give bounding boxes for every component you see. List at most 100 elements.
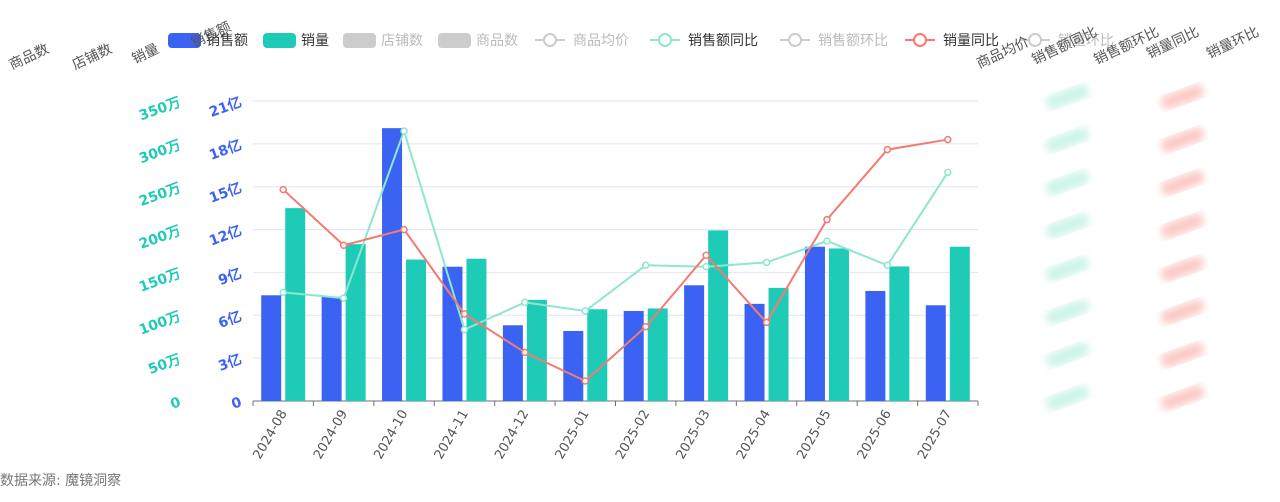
line-point xyxy=(400,127,408,135)
axis-name-label: 商品数 xyxy=(7,41,52,73)
blurred-mark xyxy=(1045,299,1090,325)
line-point xyxy=(641,322,650,331)
x-tick-label: 2024-12 xyxy=(492,408,532,463)
x-tick-label: 2025-06 xyxy=(855,408,895,463)
y-left-tick-label: 9亿 xyxy=(216,265,244,289)
bar-sales xyxy=(804,246,825,401)
line-point xyxy=(521,298,529,307)
x-tick-label: 2025-01 xyxy=(553,408,593,463)
line-point xyxy=(581,377,590,385)
blurred-mark xyxy=(1045,213,1090,239)
bar-sales xyxy=(744,303,765,401)
y-right-tick-label: 300万 xyxy=(137,137,183,167)
x-axis: 2024-08 2024-09 2024-10 2024-11 2024-12 2025-… xyxy=(251,401,979,463)
bar-volume xyxy=(708,230,729,401)
bar-sales xyxy=(684,285,705,401)
blurred-mark xyxy=(1160,213,1205,239)
x-tick-label: 2025-07 xyxy=(915,408,955,463)
y-left-tick-label: 3亿 xyxy=(216,351,244,375)
blurred-mark xyxy=(1160,256,1205,282)
blurred-mark xyxy=(1160,342,1205,368)
line-point xyxy=(823,237,831,245)
line-point xyxy=(460,325,469,334)
chart-canvas: 0 3亿 6亿 9亿 12亿 15亿 18亿 21亿 0 50万 100万 150万 200万 250万… xyxy=(7,19,1262,463)
bar-volume xyxy=(768,287,789,401)
line-point xyxy=(944,135,952,144)
y-right-tick-label: 250万 xyxy=(137,180,183,210)
bar-sales xyxy=(925,305,946,401)
bar-volume xyxy=(285,208,306,401)
bar-sales xyxy=(563,331,584,401)
x-tick-label: 2024-09 xyxy=(311,408,351,463)
bar-volume xyxy=(949,246,970,401)
x-tick-label: 2025-03 xyxy=(673,408,713,463)
y-axis-left: 0 3亿 6亿 9亿 12亿 15亿 18亿 21亿 xyxy=(207,93,245,412)
legend-marker xyxy=(913,33,927,47)
x-tick-label: 2025-05 xyxy=(794,408,834,463)
y-axis-right: 0 50万 100万 150万 200万 250万 300万 350万 xyxy=(137,94,183,412)
line-point xyxy=(702,251,710,260)
y-left-tick-label: 0 xyxy=(229,394,244,412)
blurred-mark xyxy=(1160,299,1205,325)
legend-label: 销量同比 xyxy=(943,33,999,49)
line-point xyxy=(521,348,529,357)
axis-name-label: 销量环比 xyxy=(1204,24,1262,62)
legend-label: 商品数 xyxy=(476,33,518,49)
legend-marker xyxy=(788,33,802,47)
blurred-mark xyxy=(1045,256,1090,282)
data-source-label: 数据来源: 魔镜洞察 xyxy=(0,473,122,489)
line-point xyxy=(400,225,408,234)
blurred-side-panel xyxy=(1045,84,1205,411)
bar-sales xyxy=(261,295,282,401)
blurred-mark xyxy=(1160,385,1205,411)
bar-sales xyxy=(321,296,342,401)
line-point xyxy=(944,168,952,177)
x-tick-label: 2024-08 xyxy=(251,408,291,463)
rotated-axis-names: 商品数 店铺数 销量销售额 商品均价销售额同比销售额环比销量同比 销量环比 xyxy=(7,19,1262,73)
legend-label: 销售额环比 xyxy=(818,33,888,49)
blurred-mark xyxy=(1160,84,1205,110)
line-point xyxy=(702,262,710,271)
line-point xyxy=(641,261,650,270)
line-point xyxy=(883,261,892,270)
line-point xyxy=(339,241,348,250)
y-right-tick-label: 50万 xyxy=(146,352,183,378)
legend-marker xyxy=(658,33,672,47)
legend-marker xyxy=(1028,33,1042,47)
bar-volume xyxy=(889,266,910,401)
line-point xyxy=(762,318,771,327)
blurred-mark xyxy=(1045,84,1090,110)
line-point xyxy=(581,307,590,315)
axis-name-label: 店铺数 xyxy=(70,41,115,73)
line-point xyxy=(279,288,287,297)
bar-sales xyxy=(865,291,886,401)
legend: 销售额 销量 店铺数 商品数 商品均价 销售额同比 销售额环比 销量同比 销量环比 xyxy=(168,33,1114,49)
legend-marker xyxy=(543,33,557,47)
y-right-tick-label: 350万 xyxy=(137,94,183,124)
y-right-tick-label: 0 xyxy=(168,394,183,412)
y-left-tick-label: 21亿 xyxy=(207,93,244,120)
blurred-mark xyxy=(1160,127,1205,153)
blurred-mark xyxy=(1160,170,1205,196)
line-point xyxy=(460,310,469,318)
y-left-tick-label: 18亿 xyxy=(207,136,244,163)
x-tick-label: 2025-04 xyxy=(734,408,774,463)
y-left-tick-label: 6亿 xyxy=(216,308,244,332)
legend-label: 店铺数 xyxy=(381,33,423,49)
line-point xyxy=(823,215,831,224)
y-right-tick-label: 100万 xyxy=(137,309,183,339)
x-tick-label: 2024-11 xyxy=(432,408,472,463)
legend-swatch xyxy=(343,33,376,48)
legend-swatch xyxy=(438,33,471,48)
blurred-mark xyxy=(1045,385,1090,411)
x-tick-label: 2025-02 xyxy=(613,408,653,463)
line-point xyxy=(339,294,348,302)
legend-label: 销售额同比 xyxy=(688,33,758,49)
bar-volume xyxy=(587,309,608,401)
axis-name-label: 销量 xyxy=(130,41,162,67)
bar-volume xyxy=(406,259,427,401)
bar-sales xyxy=(382,128,403,401)
line-point xyxy=(883,145,892,154)
line-point xyxy=(762,258,771,267)
y-right-tick-label: 200万 xyxy=(137,223,183,253)
